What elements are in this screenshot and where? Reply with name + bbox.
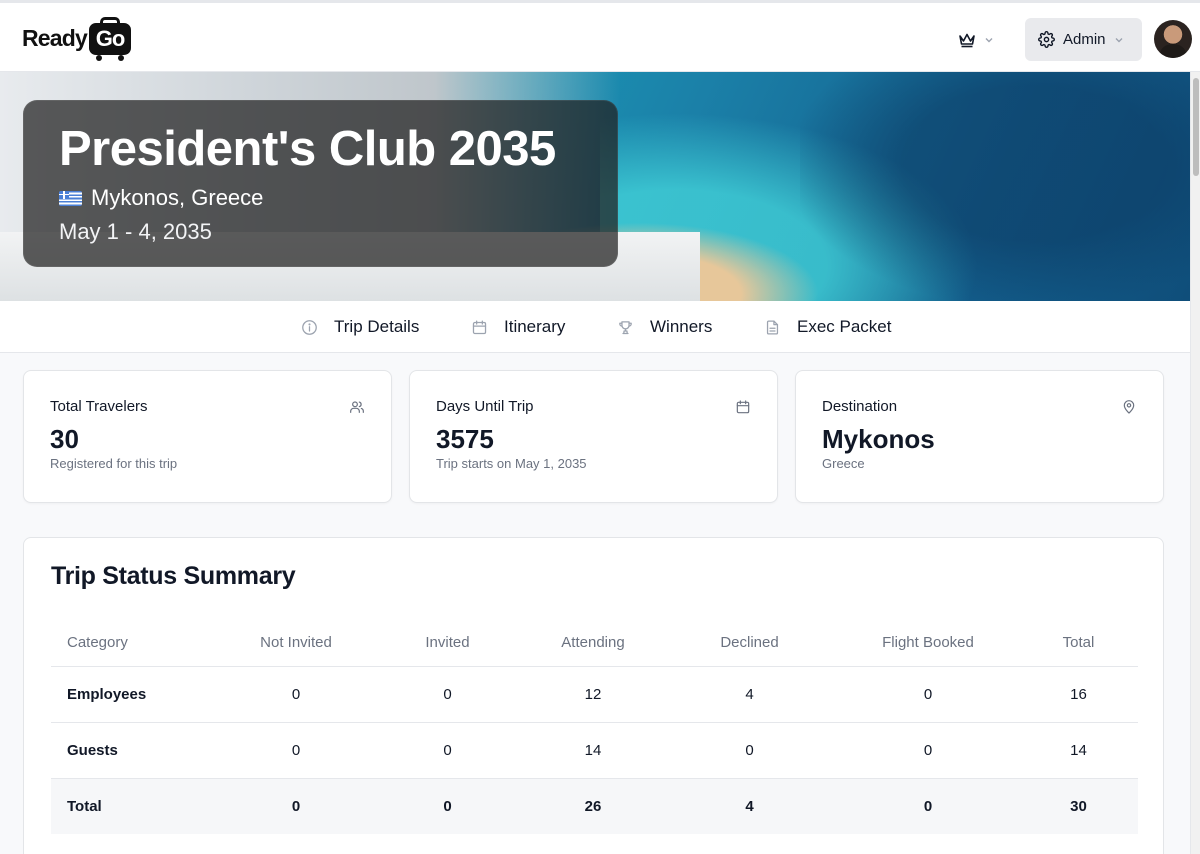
table-cell: 0 [221,666,371,723]
trip-location-text: Mykonos, Greece [91,185,264,210]
table-cell: 16 [1019,666,1138,723]
admin-menu-button[interactable]: Admin [1025,18,1142,61]
column-header-attending: Attending [524,620,662,667]
table-cell: 4 [662,666,837,723]
stat-title: Destination [822,398,898,415]
users-icon [350,401,364,413]
tab-itinerary[interactable]: Itinerary [471,301,565,353]
trip-location: Mykonos, Greece [59,183,582,213]
tab-exec-packet[interactable]: Exec Packet [764,301,892,353]
column-header-category: Category [51,620,221,667]
user-avatar[interactable] [1154,20,1192,58]
info-icon [302,319,317,335]
logo-text-ready: Ready [22,24,88,51]
table-cell: 0 [837,778,1019,834]
stat-value: Mykonos [822,424,935,454]
greece-flag-icon [59,190,82,206]
table-cell: 0 [837,666,1019,723]
trip-tabs: Trip Details Itinerary Winners Exec Pack… [0,301,1190,353]
logo-text-go: Go [95,26,126,51]
column-header-total: Total [1019,620,1138,667]
trophy-icon [619,320,632,334]
crown-icon [959,33,975,48]
table-cell: 0 [371,778,524,834]
hero-banner: President's Club 2035 Mykonos, Greece Ma… [0,72,1190,301]
trip-title: President's Club 2035 [59,122,556,176]
table-cell: 0 [371,722,524,779]
stat-title: Total Travelers [50,398,148,415]
table-row-guests: Guests 0 0 14 0 0 14 [51,722,1138,779]
stat-title: Days Until Trip [436,398,534,415]
admin-label: Admin [1063,31,1106,48]
suitcase-logo-icon: Go [89,17,132,61]
trip-status-table: Category Not Invited Invited Attending D… [51,620,1138,834]
tab-label: Trip Details [334,317,420,336]
top-bar: Ready Go Admin [0,0,1200,72]
table-cell: Employees [51,666,221,723]
calendar-icon [472,319,487,334]
table-cell: Total [51,778,221,834]
table-cell: 14 [524,722,662,779]
column-header-declined: Declined [662,620,837,667]
page-scrollbar-thumb[interactable] [1193,78,1199,176]
tab-label: Exec Packet [797,317,892,336]
hero-info-card: President's Club 2035 Mykonos, Greece Ma… [23,100,618,267]
tab-label: Itinerary [504,317,566,336]
stat-subtitle: Registered for this trip [50,456,178,471]
tab-label: Winners [650,317,713,336]
readygo-logo[interactable]: Ready Go [22,15,132,61]
stat-card-days-until-trip: Days Until Trip 3575 Trip starts on May … [409,370,778,503]
table-cell: Guests [51,722,221,779]
chevron-down-icon [985,38,993,43]
column-header-invited: Invited [371,620,524,667]
page-scrollbar-track[interactable] [1190,72,1200,854]
table-cell: 0 [837,722,1019,779]
gear-icon [1038,31,1055,48]
table-cell: 4 [662,778,837,834]
table-cell: 14 [1019,722,1138,779]
table-row-total: Total 0 0 26 4 0 30 [51,778,1138,834]
tab-winners[interactable]: Winners [617,301,712,353]
table-header-row: Category Not Invited Invited Attending D… [51,620,1138,667]
stat-card-destination: Destination Mykonos Greece [795,370,1164,503]
table-cell: 0 [371,666,524,723]
column-header-flight-booked: Flight Booked [837,620,1019,667]
stat-subtitle: Trip starts on May 1, 2035 [436,456,587,471]
stat-value: 30 [50,424,79,454]
calendar-icon [736,400,750,414]
tab-trip-details[interactable]: Trip Details [301,301,419,353]
document-icon [766,319,779,335]
trip-dates: May 1 - 4, 2035 [59,219,212,244]
summary-title: Trip Status Summary [51,562,296,590]
stat-subtitle: Greece [822,456,865,471]
stat-value: 3575 [436,424,494,454]
table-cell: 0 [221,778,371,834]
map-pin-icon [1123,400,1135,414]
crown-menu-button[interactable] [958,25,994,55]
chevron-down-icon [1115,37,1123,42]
table-cell: 30 [1019,778,1138,834]
table-cell: 0 [662,722,837,779]
table-cell: 26 [524,778,662,834]
table-cell: 0 [221,722,371,779]
trip-status-summary-card: Trip Status Summary Category Not Invited… [23,537,1164,854]
table-row-employees: Employees 0 0 12 4 0 16 [51,666,1138,723]
table-cell: 12 [524,666,662,723]
stat-card-total-travelers: Total Travelers 30 Registered for this t… [23,370,392,503]
column-header-not-invited: Not Invited [221,620,371,667]
